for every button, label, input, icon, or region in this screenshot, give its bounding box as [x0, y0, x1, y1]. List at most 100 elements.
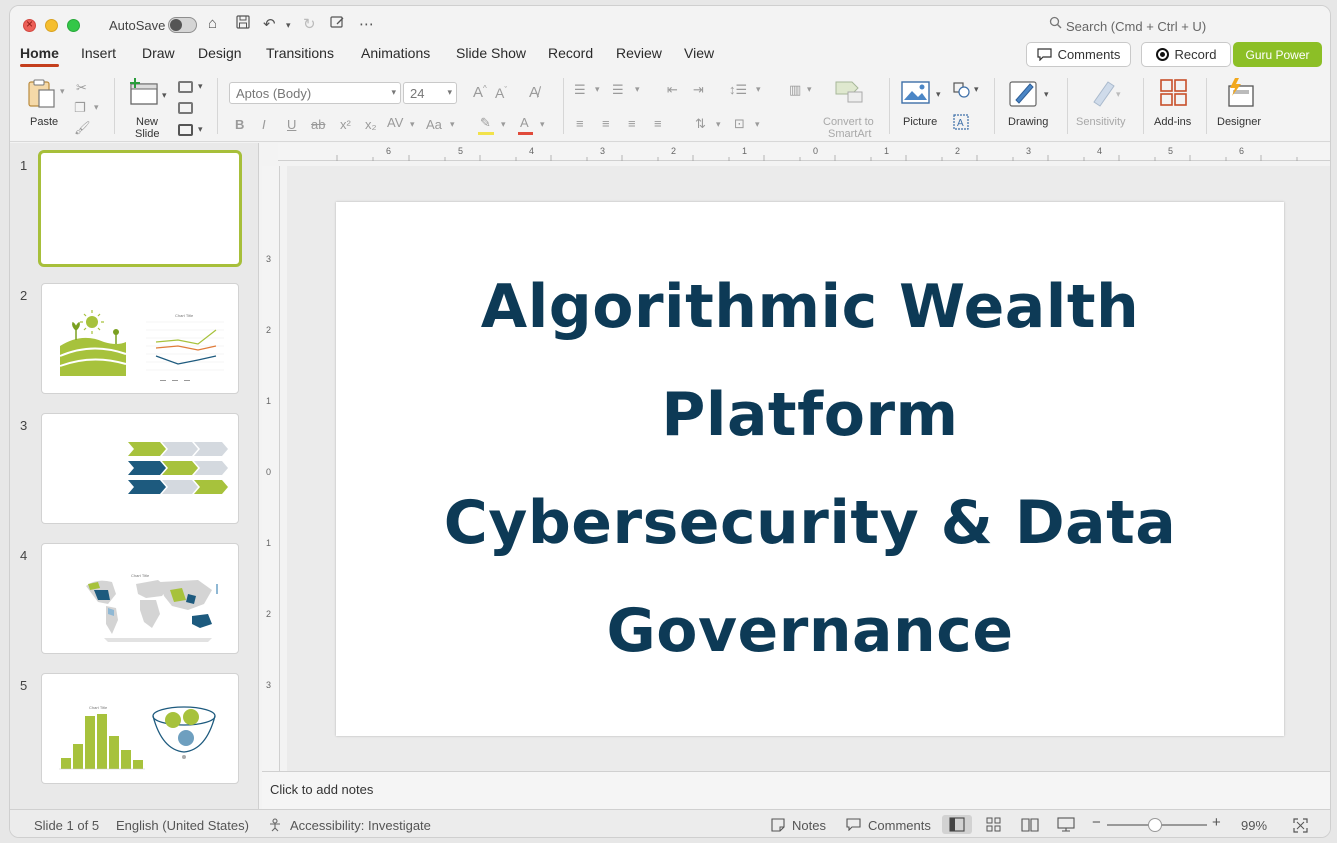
text-direction-icon[interactable]: ⇅ [695, 116, 706, 132]
customize-icon[interactable] [330, 15, 345, 33]
format-painter-icon[interactable]: 🖌 [74, 120, 91, 136]
chevron-down-icon[interactable]: ▾ [756, 84, 761, 95]
section-chevron-icon[interactable]: ▾ [198, 124, 203, 135]
tab-design[interactable]: Design [198, 45, 242, 61]
columns-icon[interactable]: ▥ [789, 82, 801, 98]
align-text-icon[interactable]: ⊡ [734, 116, 745, 132]
subscript-icon[interactable]: x₂ [365, 117, 377, 132]
notes-toggle-button[interactable]: Notes [792, 818, 826, 833]
redo-icon[interactable]: ↻ [303, 15, 316, 33]
justify-icon[interactable]: ≡ [654, 116, 662, 131]
shapes-icon[interactable] [953, 82, 971, 101]
bold-icon[interactable]: B [235, 117, 244, 132]
notes-toggle-icon[interactable] [771, 818, 786, 835]
tab-review[interactable]: Review [616, 45, 662, 61]
zoom-level[interactable]: 99% [1241, 818, 1267, 833]
undo-icon[interactable]: ↶ [263, 15, 276, 33]
picture-button[interactable]: Picture [899, 78, 945, 130]
slide-thumbnail-1[interactable] [38, 150, 242, 267]
more-options-icon[interactable]: ⋯ [359, 15, 374, 33]
sensitivity-button[interactable]: Sensitivity [1074, 78, 1138, 130]
character-spacing-icon[interactable]: AV [387, 115, 403, 130]
copy-chevron-icon[interactable]: ▾ [94, 102, 99, 113]
convert-to-smartart-button[interactable]: Convert to SmartArt [818, 78, 880, 140]
clear-formatting-icon[interactable]: A̸ [529, 84, 539, 101]
new-slide-button[interactable]: New Slide [124, 78, 170, 140]
layout-chevron-icon[interactable]: ▾ [198, 81, 203, 92]
autosave-toggle[interactable] [168, 17, 197, 33]
slide-thumbnail-5[interactable]: Chart Title [41, 673, 239, 784]
chevron-down-icon[interactable]: ▾ [540, 119, 545, 130]
align-left-icon[interactable]: ≡ [576, 116, 584, 131]
slide-show-view-button[interactable] [1051, 815, 1081, 834]
chevron-down-icon[interactable]: ▾ [501, 119, 506, 130]
align-right-icon[interactable]: ≡ [628, 116, 636, 131]
guru-power-button[interactable]: Guru Power [1233, 42, 1322, 67]
record-button[interactable]: Record [1141, 42, 1231, 67]
search-input[interactable]: Search (Cmd + Ctrl + U) [1066, 19, 1206, 34]
slide-sorter-view-button[interactable] [979, 815, 1009, 834]
close-window-button[interactable] [23, 17, 36, 32]
font-color-icon[interactable]: A [518, 115, 533, 135]
add-ins-button[interactable]: Add-ins [1150, 78, 1198, 130]
tab-slide-show[interactable]: Slide Show [456, 45, 526, 61]
tab-view[interactable]: View [684, 45, 714, 61]
slide-thumbnail-2[interactable]: Chart Title [41, 283, 239, 394]
slide-thumbnail-4[interactable]: Chart Title [41, 543, 239, 654]
chevron-down-icon[interactable]: ▾ [595, 84, 600, 95]
chevron-down-icon[interactable]: ▾ [807, 84, 812, 95]
slide-title-textbox[interactable]: Algorithmic Wealth Platform Cybersecurit… [444, 253, 1177, 685]
minimize-window-button[interactable] [45, 19, 58, 32]
numbering-icon[interactable]: ☰ [612, 82, 624, 98]
text-box-icon[interactable]: A [953, 114, 969, 133]
home-icon[interactable]: ⌂ [208, 15, 217, 32]
decrease-font-size-icon[interactable]: Aˇ [495, 85, 507, 101]
strikethrough-icon[interactable]: ab [311, 117, 325, 132]
fit-to-window-icon[interactable] [1293, 818, 1308, 836]
chevron-down-icon[interactable]: ▾ [450, 119, 455, 130]
chevron-down-icon[interactable]: ▾ [410, 119, 415, 130]
chevron-down-icon[interactable]: ▾ [635, 84, 640, 95]
tab-transitions[interactable]: Transitions [266, 45, 334, 61]
zoom-slider-thumb[interactable] [1148, 818, 1162, 832]
tab-draw[interactable]: Draw [142, 45, 175, 61]
comments-button[interactable]: Comments [1026, 42, 1131, 67]
reset-icon[interactable] [178, 102, 193, 114]
tab-insert[interactable]: Insert [81, 45, 116, 61]
increase-indent-icon[interactable]: ⇥ [693, 82, 704, 98]
designer-button[interactable]: Designer [1213, 78, 1269, 130]
reading-view-button[interactable] [1015, 815, 1045, 834]
drawing-chevron-icon[interactable]: ▾ [1044, 89, 1049, 100]
notes-pane[interactable]: Click to add notes [262, 771, 1330, 809]
bullets-icon[interactable]: ☰ [574, 82, 586, 98]
slide-thumbnail-panel[interactable]: 1 2 Chart Title 3 4 Chart Title 5 Chart … [10, 143, 259, 809]
chevron-down-icon[interactable]: ▾ [755, 119, 760, 130]
chevron-down-icon[interactable]: ▾ [716, 119, 721, 130]
comment-icon[interactable] [846, 818, 861, 834]
increase-font-size-icon[interactable]: A^ [473, 84, 487, 101]
paste-chevron-icon[interactable]: ▾ [60, 86, 65, 97]
new-slide-chevron-icon[interactable]: ▾ [162, 90, 167, 101]
drawing-button[interactable]: Drawing [1004, 78, 1056, 130]
tab-home[interactable]: Home [20, 45, 59, 67]
maximize-window-button[interactable] [67, 19, 80, 32]
zoom-in-button[interactable]: + [1212, 814, 1221, 831]
font-name-select[interactable]: Aptos (Body) ▾ [229, 82, 401, 104]
align-center-icon[interactable]: ≡ [602, 116, 610, 131]
line-spacing-icon[interactable]: ↕☰ [729, 82, 747, 98]
undo-dropdown-chevron-icon[interactable]: ▾ [286, 20, 291, 31]
font-size-select[interactable]: 24 ▾ [403, 82, 457, 104]
shapes-chevron-icon[interactable]: ▾ [974, 84, 979, 95]
highlight-icon[interactable]: ✎ [478, 115, 494, 135]
save-icon[interactable] [236, 15, 250, 33]
italic-icon[interactable]: I [262, 117, 266, 132]
tab-animations[interactable]: Animations [361, 45, 430, 61]
slide-thumbnail-3[interactable] [41, 413, 239, 524]
change-case-icon[interactable]: Aa [426, 117, 442, 132]
section-icon[interactable] [178, 124, 193, 136]
decrease-indent-icon[interactable]: ⇤ [667, 82, 678, 98]
layout-icon[interactable] [178, 81, 193, 93]
zoom-out-button[interactable]: − [1092, 814, 1101, 831]
picture-chevron-icon[interactable]: ▾ [936, 89, 941, 100]
tab-record[interactable]: Record [548, 45, 593, 61]
